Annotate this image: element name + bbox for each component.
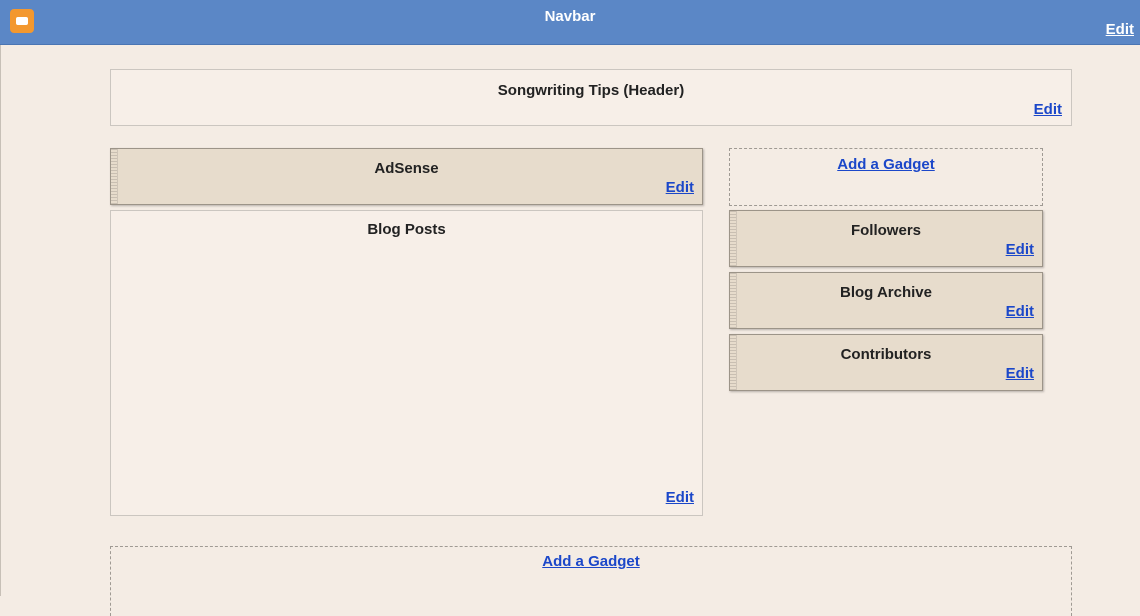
contributors-gadget-title: Contributors: [840, 346, 932, 363]
navbar-edit-link[interactable]: Edit: [1106, 21, 1134, 38]
header-gadget: Songwriting Tips (Header) Edit: [110, 69, 1072, 126]
navbar: Navbar Edit: [0, 0, 1140, 45]
followers-gadget-title: Followers: [850, 222, 921, 239]
contributors-edit-link[interactable]: Edit: [1006, 365, 1034, 382]
blog-posts-gadget: Blog Posts Edit: [110, 210, 703, 516]
blog-posts-title: Blog Posts: [367, 221, 446, 238]
footer-add-gadget-link[interactable]: Add a Gadget: [111, 553, 1071, 570]
sidebar-add-gadget-link[interactable]: Add a Gadget: [730, 156, 1042, 173]
adsense-edit-link[interactable]: Edit: [666, 179, 694, 196]
blog-archive-gadget[interactable]: Blog Archive Edit: [729, 272, 1043, 329]
adsense-gadget-title: AdSense: [374, 160, 439, 177]
contributors-gadget[interactable]: Contributors Edit: [729, 334, 1043, 391]
blog-archive-edit-link[interactable]: Edit: [1006, 303, 1034, 320]
adsense-gadget[interactable]: AdSense Edit: [110, 148, 703, 205]
followers-edit-link[interactable]: Edit: [1006, 241, 1034, 258]
page-left-border: [0, 45, 1, 596]
header-gadget-title: Songwriting Tips (Header): [497, 82, 685, 99]
blog-posts-edit-link[interactable]: Edit: [666, 489, 694, 506]
sidebar-add-gadget-area: Add a Gadget: [729, 148, 1043, 206]
footer-add-gadget-area: Add a Gadget: [110, 546, 1072, 616]
followers-gadget[interactable]: Followers Edit: [729, 210, 1043, 267]
navbar-title: Navbar: [544, 8, 596, 25]
header-edit-link[interactable]: Edit: [1034, 101, 1062, 118]
blog-archive-gadget-title: Blog Archive: [840, 284, 932, 301]
